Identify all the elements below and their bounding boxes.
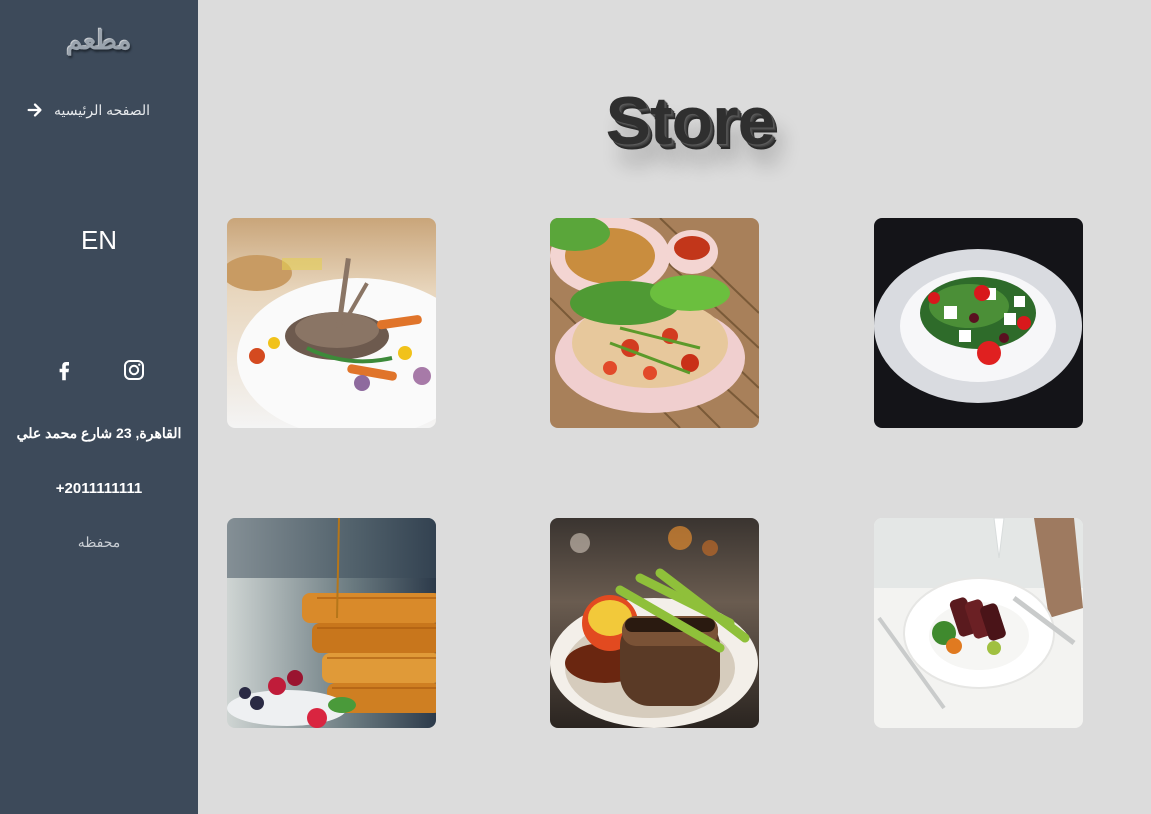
address-text: القاهرة, 23 شارع محمد علي <box>16 425 182 441</box>
glazed-steak-image <box>550 518 759 728</box>
phone-number: +2011111111 <box>55 480 143 497</box>
waffles-image <box>227 518 436 728</box>
page-title: Store <box>605 83 776 159</box>
greek-salad-image <box>874 218 1083 428</box>
arrow-right-icon <box>27 103 42 117</box>
social-links <box>0 358 198 382</box>
sliced-beef-image <box>874 518 1083 728</box>
lamb-chops-image <box>227 218 436 428</box>
instagram-icon[interactable] <box>122 358 146 382</box>
product-card-waffles[interactable] <box>227 518 436 728</box>
product-card-greek-salad[interactable] <box>874 218 1083 428</box>
wallet-link[interactable]: محفظه <box>0 534 198 551</box>
papaya-salad-image <box>550 218 759 428</box>
logo[interactable]: مطعم <box>0 26 198 56</box>
facebook-icon[interactable] <box>52 358 76 382</box>
sidebar: مطعم الصفحه الرئيسيه EN القاهرة, 23 شارع… <box>0 0 198 814</box>
home-link[interactable]: الصفحه الرئيسيه <box>26 99 176 121</box>
product-card-papaya-salad[interactable] <box>550 218 759 428</box>
home-link-label: الصفحه الرئيسيه <box>54 101 151 118</box>
product-card-lamb-chops[interactable] <box>227 218 436 428</box>
product-card-sliced-beef[interactable] <box>874 518 1083 728</box>
language-toggle[interactable]: EN <box>0 225 198 256</box>
product-card-glazed-steak[interactable] <box>550 518 759 728</box>
